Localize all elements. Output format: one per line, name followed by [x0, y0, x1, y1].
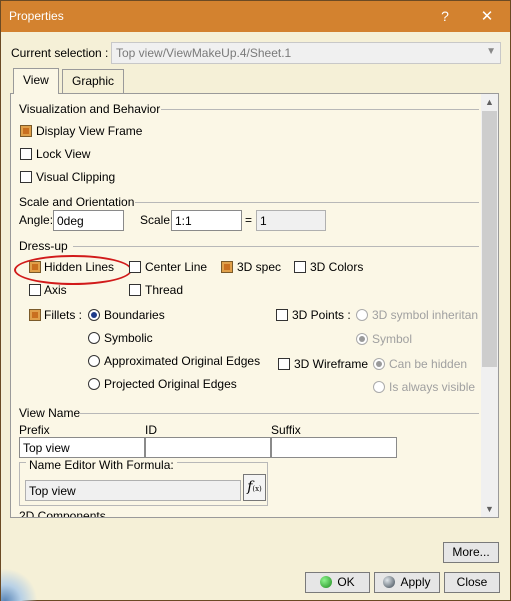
- dressup-section-title: Dress-up: [19, 239, 68, 253]
- visual-clipping-label: Visual Clipping: [36, 170, 116, 184]
- corner-decoration: [1, 561, 41, 601]
- current-selection-combo[interactable]: Top view/ViewMakeUp.4/Sheet.1 ▼: [111, 42, 501, 64]
- prefix-label: Prefix: [19, 423, 50, 437]
- apply-button[interactable]: Apply: [374, 572, 440, 593]
- name-editor-title: Name Editor With Formula:: [26, 458, 177, 472]
- section-divider: [79, 413, 479, 414]
- 3d-wireframe-label: 3D Wireframe: [294, 357, 369, 371]
- 3d-points-checkbox[interactable]: [276, 309, 288, 321]
- view-name-section-title: View Name: [19, 406, 81, 420]
- ok-button[interactable]: OK: [305, 572, 370, 593]
- axis-checkbox[interactable]: [29, 284, 41, 296]
- wireframe-can-be-hidden-radio[interactable]: [373, 358, 385, 370]
- scroll-down-icon[interactable]: ▼: [481, 501, 498, 517]
- window-title: Properties: [9, 9, 64, 23]
- fillet-projected-radio[interactable]: [88, 378, 100, 390]
- view-tab-panel: Visualization and Behavior Display View …: [10, 93, 499, 518]
- vertical-scrollbar[interactable]: ▲ ▼: [481, 94, 498, 517]
- display-view-frame-label: Display View Frame: [36, 124, 143, 138]
- center-line-label: Center Line: [145, 260, 208, 274]
- fillet-symbolic-radio[interactable]: [88, 332, 100, 344]
- points-symbol-label: Symbol: [372, 332, 413, 346]
- apply-icon: [383, 576, 396, 588]
- scroll-up-icon[interactable]: ▲: [481, 94, 498, 110]
- visual-clipping-checkbox[interactable]: [20, 171, 32, 183]
- scale-result-field: 1: [256, 210, 326, 231]
- thread-label: Thread: [145, 283, 184, 297]
- 3d-spec-checkbox[interactable]: [221, 261, 233, 273]
- apply-label: Apply: [400, 575, 431, 589]
- suffix-input[interactable]: [271, 437, 397, 458]
- 3d-spec-label: 3D spec: [237, 260, 282, 274]
- 3d-colors-checkbox[interactable]: [294, 261, 306, 273]
- properties-dialog: Properties ? ✕ Current selection : Top v…: [0, 0, 511, 601]
- help-icon[interactable]: ?: [425, 1, 465, 32]
- chevron-down-icon[interactable]: ▼: [486, 46, 496, 57]
- display-view-frame-checkbox[interactable]: [20, 125, 32, 137]
- tab-graphic[interactable]: Graphic: [62, 69, 125, 93]
- more-button[interactable]: More...: [443, 542, 499, 563]
- 3d-points-label: 3D Points :: [292, 308, 351, 322]
- scale-section-title: Scale and Orientation: [19, 195, 135, 209]
- tab-view[interactable]: View: [13, 68, 59, 94]
- id-input[interactable]: [145, 437, 271, 458]
- lock-view-label: Lock View: [36, 147, 91, 161]
- id-label: ID: [145, 423, 157, 437]
- name-editor-field: Top view: [25, 480, 241, 501]
- thread-checkbox[interactable]: [129, 284, 141, 296]
- ok-label: OK: [337, 575, 355, 589]
- red-highlight-ellipse: [14, 255, 132, 285]
- ok-icon: [320, 576, 333, 588]
- points-symbol-radio[interactable]: [356, 333, 368, 345]
- current-selection-value: Top view/ViewMakeUp.4/Sheet.1: [116, 46, 292, 60]
- section-divider: [135, 202, 479, 203]
- lock-view-checkbox[interactable]: [20, 148, 32, 160]
- points-symbol-inheritance-radio[interactable]: [356, 309, 368, 321]
- close-button[interactable]: Close: [444, 572, 500, 593]
- 3d-wireframe-checkbox[interactable]: [278, 358, 290, 370]
- fillet-projected-label: Projected Original Edges: [104, 377, 237, 391]
- formula-icon-subscript: (x): [252, 485, 262, 493]
- section-divider: [161, 109, 479, 110]
- fillets-checkbox[interactable]: [29, 309, 41, 321]
- suffix-label: Suffix: [271, 423, 301, 437]
- wireframe-always-visible-label: Is always visible: [389, 380, 476, 394]
- fillet-approximated-radio[interactable]: [88, 355, 100, 367]
- visualization-section-title: Visualization and Behavior: [19, 102, 161, 116]
- wireframe-always-visible-radio[interactable]: [373, 381, 385, 393]
- center-line-checkbox[interactable]: [129, 261, 141, 273]
- formula-button[interactable]: f(x): [243, 474, 266, 501]
- title-bar: Properties ? ✕: [1, 1, 510, 32]
- scale-label: Scale:: [140, 213, 174, 227]
- section-divider: [73, 246, 479, 247]
- fillets-label: Fillets :: [44, 308, 83, 322]
- angle-input[interactable]: 0deg: [53, 210, 124, 231]
- fillet-symbolic-label: Symbolic: [104, 331, 153, 345]
- points-symbol-inheritance-label: 3D symbol inheritan: [372, 308, 479, 322]
- scroll-content: Visualization and Behavior Display View …: [11, 94, 482, 517]
- angle-label: Angle:: [19, 213, 54, 227]
- scale-input[interactable]: 1:1: [171, 210, 242, 231]
- fillet-approximated-label: Approximated Original Edges: [104, 354, 261, 368]
- 3d-colors-label: 3D Colors: [310, 260, 364, 274]
- scroll-thumb[interactable]: [482, 111, 497, 367]
- current-selection-label: Current selection :: [11, 46, 109, 60]
- axis-label: Axis: [44, 283, 67, 297]
- equals-label: =: [245, 213, 253, 227]
- 2d-components-section-title: 2D Components: [19, 509, 106, 517]
- fillet-boundaries-radio[interactable]: [88, 309, 100, 321]
- wireframe-can-be-hidden-label: Can be hidden: [389, 357, 468, 371]
- close-icon[interactable]: ✕: [467, 1, 507, 32]
- prefix-input[interactable]: Top view: [19, 437, 145, 458]
- fillet-boundaries-label: Boundaries: [104, 308, 165, 322]
